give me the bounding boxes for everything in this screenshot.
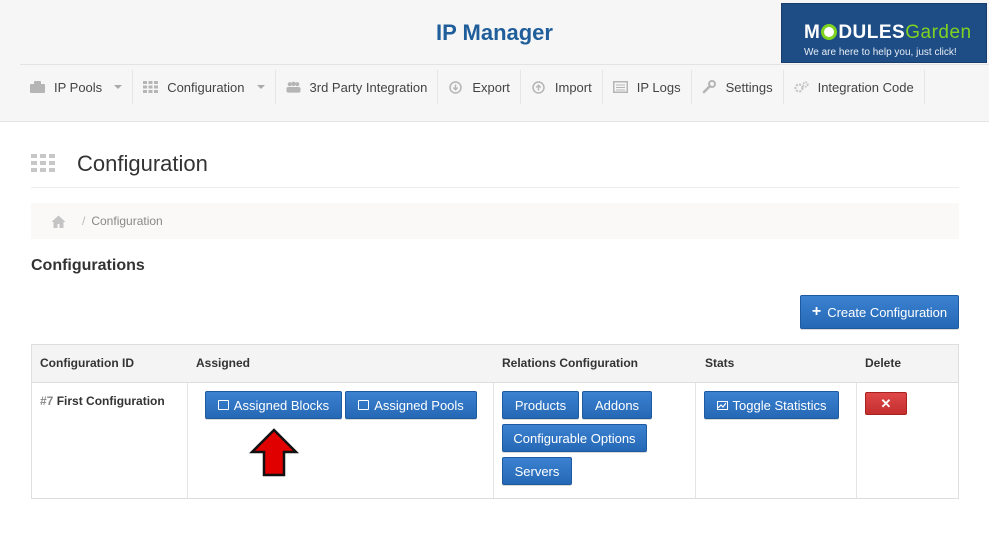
nav-item-integration-code[interactable]: Integration Code [784, 70, 925, 104]
main-nav: IP Pools Configuration 3rd Party Integra… [20, 70, 925, 104]
breadcrumb: / Configuration [31, 203, 959, 239]
external-link-icon [358, 400, 370, 410]
column-header-assigned: Assigned [196, 356, 251, 370]
create-configuration-button[interactable]: + Create Configuration [800, 295, 959, 329]
nav-item-import[interactable]: Import [521, 70, 603, 104]
toggle-statistics-label: Toggle Statistics [732, 397, 827, 413]
list-icon [612, 81, 628, 93]
grid-icon [143, 81, 159, 93]
close-icon: ✕ [880, 395, 892, 411]
page-title: Configuration [77, 151, 208, 176]
servers-button[interactable]: Servers [502, 457, 572, 485]
assigned-pools-button[interactable]: Assigned Pools [345, 391, 477, 419]
modulesgarden-logo[interactable]: M DULESGarden We are here to help you, ju… [781, 3, 987, 63]
server-icon [30, 81, 45, 93]
logo-wordmark: M DULESGarden [804, 22, 972, 44]
create-configuration-label: Create Configuration [827, 304, 948, 320]
title-divider [31, 187, 959, 188]
delete-button[interactable]: ✕ [865, 392, 907, 415]
nav-item-ip-logs[interactable]: IP Logs [603, 70, 692, 104]
breadcrumb-current: Configuration [91, 214, 163, 228]
logo-garden-text: Garden [905, 22, 972, 43]
nav-item-3rd-party-integration[interactable]: 3rd Party Integration [276, 70, 439, 104]
logo-tagline: We are here to help you, just click! [804, 47, 957, 58]
red-arrow-annotation [249, 428, 299, 477]
assigned-blocks-button[interactable]: Assigned Blocks [205, 391, 342, 419]
external-link-icon [217, 400, 229, 410]
column-divider [856, 383, 857, 498]
breadcrumb-separator: / [82, 214, 86, 228]
nav-item-configuration[interactable]: Configuration [133, 70, 276, 104]
assigned-blocks-label: Assigned Blocks [233, 397, 330, 413]
configurable-options-button[interactable]: Configurable Options [502, 424, 647, 452]
configurations-table: Configuration ID Assigned Relations Conf… [31, 344, 959, 499]
products-label: Products [514, 397, 567, 413]
configuration-name: First Configuration [56, 394, 165, 408]
nav-item-label: Import [554, 79, 592, 95]
column-header-delete: Delete [865, 356, 902, 370]
wrench-icon [702, 80, 717, 94]
column-header-stats: Stats [705, 356, 735, 370]
toggle-statistics-button[interactable]: Toggle Statistics [704, 391, 839, 419]
nav-item-label: IP Logs [636, 79, 681, 95]
nav-item-label: IP Pools [54, 79, 103, 95]
download-icon [448, 80, 463, 94]
header: IP Manager M DULESGarden We are here to h… [0, 0, 989, 122]
configuration-id: #7 [40, 394, 54, 408]
column-header-configuration-id: Configuration ID [40, 356, 134, 370]
nav-item-label: 3rd Party Integration [309, 79, 428, 95]
chart-icon [716, 400, 728, 410]
column-divider [493, 383, 494, 498]
addons-button[interactable]: Addons [582, 391, 652, 419]
nav-item-label: Configuration [167, 79, 245, 95]
addons-label: Addons [594, 397, 640, 413]
column-divider [187, 383, 188, 498]
plus-icon: + [811, 303, 822, 320]
cogs-icon [793, 80, 809, 93]
logo-o-icon [821, 24, 838, 40]
column-divider [695, 383, 696, 498]
logo-modules-text: DULES [838, 22, 906, 43]
servers-label: Servers [514, 463, 560, 479]
home-icon[interactable] [51, 215, 66, 228]
nav-item-label: Integration Code [817, 79, 914, 95]
section-title: Configurations [31, 257, 145, 274]
chevron-down-icon [114, 85, 123, 89]
logo-letter-m: M [804, 22, 821, 43]
nav-item-label: Export [472, 79, 510, 95]
products-button[interactable]: Products [502, 391, 579, 419]
nav-item-ip-pools[interactable]: IP Pools [20, 70, 134, 104]
header-divider [20, 64, 989, 65]
column-header-relations-configuration: Relations Configuration [502, 356, 638, 370]
configuration-id-cell: #7 First Configuration [40, 394, 165, 408]
nav-item-export[interactable]: Export [438, 70, 521, 104]
configurable-options-label: Configurable Options [513, 430, 636, 446]
nav-item-settings[interactable]: Settings [692, 70, 784, 104]
grid-icon [31, 154, 55, 172]
chevron-down-icon [256, 85, 265, 89]
group-icon [285, 81, 301, 93]
assigned-pools-label: Assigned Pools [374, 397, 464, 413]
upload-icon [531, 80, 546, 94]
nav-item-label: Settings [725, 79, 773, 95]
table-header: Configuration ID Assigned Relations Conf… [32, 345, 958, 383]
